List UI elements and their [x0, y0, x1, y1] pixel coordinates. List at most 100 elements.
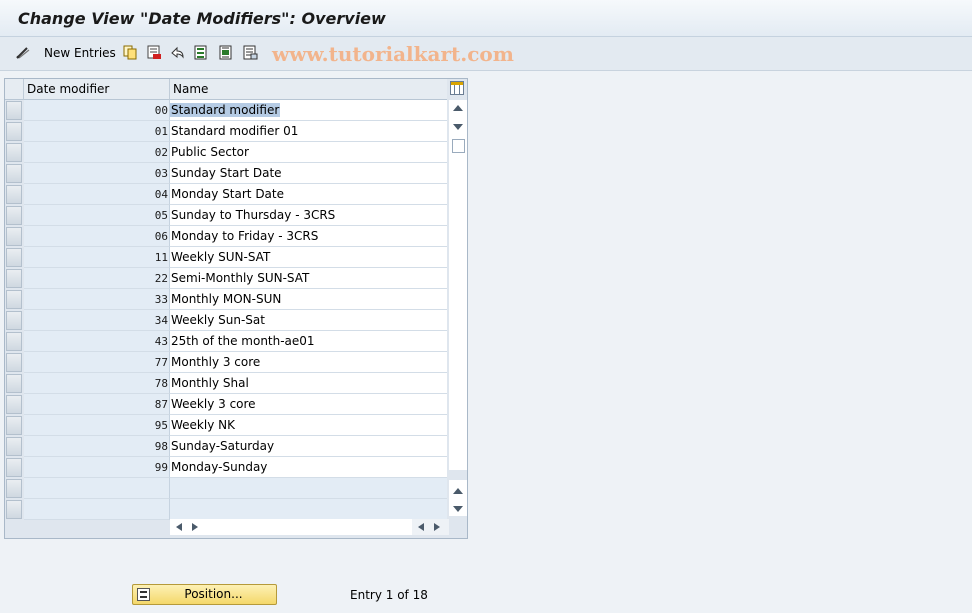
row-selector[interactable]	[6, 269, 22, 288]
row-selector[interactable]	[6, 437, 22, 456]
row-selector[interactable]	[6, 311, 22, 330]
select-all-icon[interactable]	[194, 45, 209, 60]
row-selector[interactable]	[6, 185, 22, 204]
table-row[interactable]: 95 Weekly NK	[5, 415, 447, 436]
column-header-name[interactable]: Name	[170, 79, 447, 100]
row-selector[interactable]	[6, 332, 22, 351]
row-selector[interactable]	[6, 143, 22, 162]
row-selector[interactable]	[6, 479, 22, 498]
name-cell[interactable]: Public Sector	[170, 142, 447, 163]
name-cell[interactable]	[170, 478, 447, 499]
table-row[interactable]: 00 Standard modifier	[5, 100, 447, 121]
name-cell[interactable]: Monthly 3 core	[170, 352, 447, 373]
name-cell[interactable]: Sunday to Thursday - 3CRS	[170, 205, 447, 226]
row-selector[interactable]	[6, 353, 22, 372]
table-row[interactable]: 04 Monday Start Date	[5, 184, 447, 205]
scroll-up-icon[interactable]	[453, 105, 463, 111]
name-cell[interactable]: Sunday Start Date	[170, 163, 447, 184]
delete-icon[interactable]	[147, 45, 162, 60]
vertical-scrollbar[interactable]	[449, 100, 467, 470]
table-row[interactable]: 78 Monthly Shal	[5, 373, 447, 394]
select-all-rows-header[interactable]	[5, 79, 24, 100]
select-block-icon[interactable]	[219, 45, 234, 60]
date-modifier-cell	[24, 499, 170, 520]
name-cell[interactable]	[170, 499, 447, 520]
name-cell[interactable]: Weekly NK	[170, 415, 447, 436]
scrollbar-thumb[interactable]	[452, 139, 465, 153]
name-cell[interactable]: Weekly SUN-SAT	[170, 247, 447, 268]
name-cell[interactable]: Weekly 3 core	[170, 394, 447, 415]
vertical-scrollbar-lower[interactable]	[449, 480, 467, 516]
scroll-page-down-icon[interactable]	[453, 506, 463, 512]
scroll-left-icon[interactable]	[418, 523, 424, 531]
row-selector[interactable]	[6, 101, 22, 120]
table-row[interactable]: 34 Weekly Sun-Sat	[5, 310, 447, 331]
table-row[interactable]: 98 Sunday-Saturday	[5, 436, 447, 457]
copy-icon[interactable]	[123, 45, 138, 60]
date-modifier-cell: 87	[24, 394, 170, 415]
new-entries-button[interactable]: New Entries	[44, 46, 116, 60]
row-selector[interactable]	[6, 290, 22, 309]
table-settings-icon[interactable]	[450, 81, 464, 95]
table-row[interactable]: 33 Monthly MON-SUN	[5, 289, 447, 310]
name-cell[interactable]: Semi-Monthly SUN-SAT	[170, 268, 447, 289]
scroll-left-icon[interactable]	[176, 523, 182, 531]
name-cell-text: Sunday to Thursday - 3CRS	[171, 208, 336, 222]
scroll-down-icon[interactable]	[453, 124, 463, 130]
table-row[interactable]: 43 25th of the month-ae01	[5, 331, 447, 352]
name-cell[interactable]: Monthly Shal	[170, 373, 447, 394]
deselect-all-icon[interactable]	[243, 45, 258, 60]
name-cell[interactable]: Standard modifier	[170, 100, 447, 121]
date-modifier-cell: 01	[24, 121, 170, 142]
table-row[interactable]: 03 Sunday Start Date	[5, 163, 447, 184]
name-cell-text: Monthly 3 core	[171, 355, 261, 369]
name-cell-text: Monthly Shal	[171, 376, 249, 390]
table-row[interactable]: 22 Semi-Monthly SUN-SAT	[5, 268, 447, 289]
name-cell[interactable]: Sunday-Saturday	[170, 436, 447, 457]
name-cell-text: Monday to Friday - 3CRS	[171, 229, 319, 243]
name-cell[interactable]: 25th of the month-ae01	[170, 331, 447, 352]
date-modifier-cell: 99	[24, 457, 170, 478]
table-row[interactable]: 01 Standard modifier 01	[5, 121, 447, 142]
row-selector[interactable]	[6, 227, 22, 246]
empty-table-row[interactable]	[5, 499, 447, 520]
date-modifier-cell: 77	[24, 352, 170, 373]
row-selector[interactable]	[6, 395, 22, 414]
scroll-right-icon[interactable]	[192, 523, 198, 531]
horizontal-scrollbar-left[interactable]	[170, 519, 412, 535]
position-button-label: Position...	[184, 587, 243, 601]
horizontal-scrollbar-right[interactable]	[412, 519, 449, 535]
date-modifier-cell: 43	[24, 331, 170, 352]
row-selector[interactable]	[6, 206, 22, 225]
scroll-right-icon[interactable]	[434, 523, 440, 531]
name-cell[interactable]: Monday Start Date	[170, 184, 447, 205]
column-header-date-modifier[interactable]: Date modifier	[24, 79, 170, 100]
table-row[interactable]: 11 Weekly SUN-SAT	[5, 247, 447, 268]
row-selector[interactable]	[6, 122, 22, 141]
row-selector[interactable]	[6, 164, 22, 183]
row-selector[interactable]	[6, 416, 22, 435]
row-selector[interactable]	[6, 374, 22, 393]
row-selector[interactable]	[6, 248, 22, 267]
name-cell[interactable]: Monday-Sunday	[170, 457, 447, 478]
table-row[interactable]: 87 Weekly 3 core	[5, 394, 447, 415]
row-selector[interactable]	[6, 500, 22, 519]
name-cell[interactable]: Monthly MON-SUN	[170, 289, 447, 310]
empty-table-row[interactable]	[5, 478, 447, 499]
scroll-page-up-icon[interactable]	[453, 488, 463, 494]
position-button[interactable]: Position...	[132, 584, 277, 605]
table-row[interactable]: 05 Sunday to Thursday - 3CRS	[5, 205, 447, 226]
name-cell[interactable]: Standard modifier 01	[170, 121, 447, 142]
date-modifier-cell: 03	[24, 163, 170, 184]
row-selector[interactable]	[6, 458, 22, 477]
table-row[interactable]: 02 Public Sector	[5, 142, 447, 163]
date-modifier-cell: 02	[24, 142, 170, 163]
name-cell[interactable]: Weekly Sun-Sat	[170, 310, 447, 331]
table-row[interactable]: 06 Monday to Friday - 3CRS	[5, 226, 447, 247]
date-modifier-cell: 06	[24, 226, 170, 247]
name-cell[interactable]: Monday to Friday - 3CRS	[170, 226, 447, 247]
table-row[interactable]: 99 Monday-Sunday	[5, 457, 447, 478]
edit-glasses-icon[interactable]	[15, 45, 30, 60]
table-row[interactable]: 77 Monthly 3 core	[5, 352, 447, 373]
undo-icon[interactable]	[170, 45, 185, 60]
